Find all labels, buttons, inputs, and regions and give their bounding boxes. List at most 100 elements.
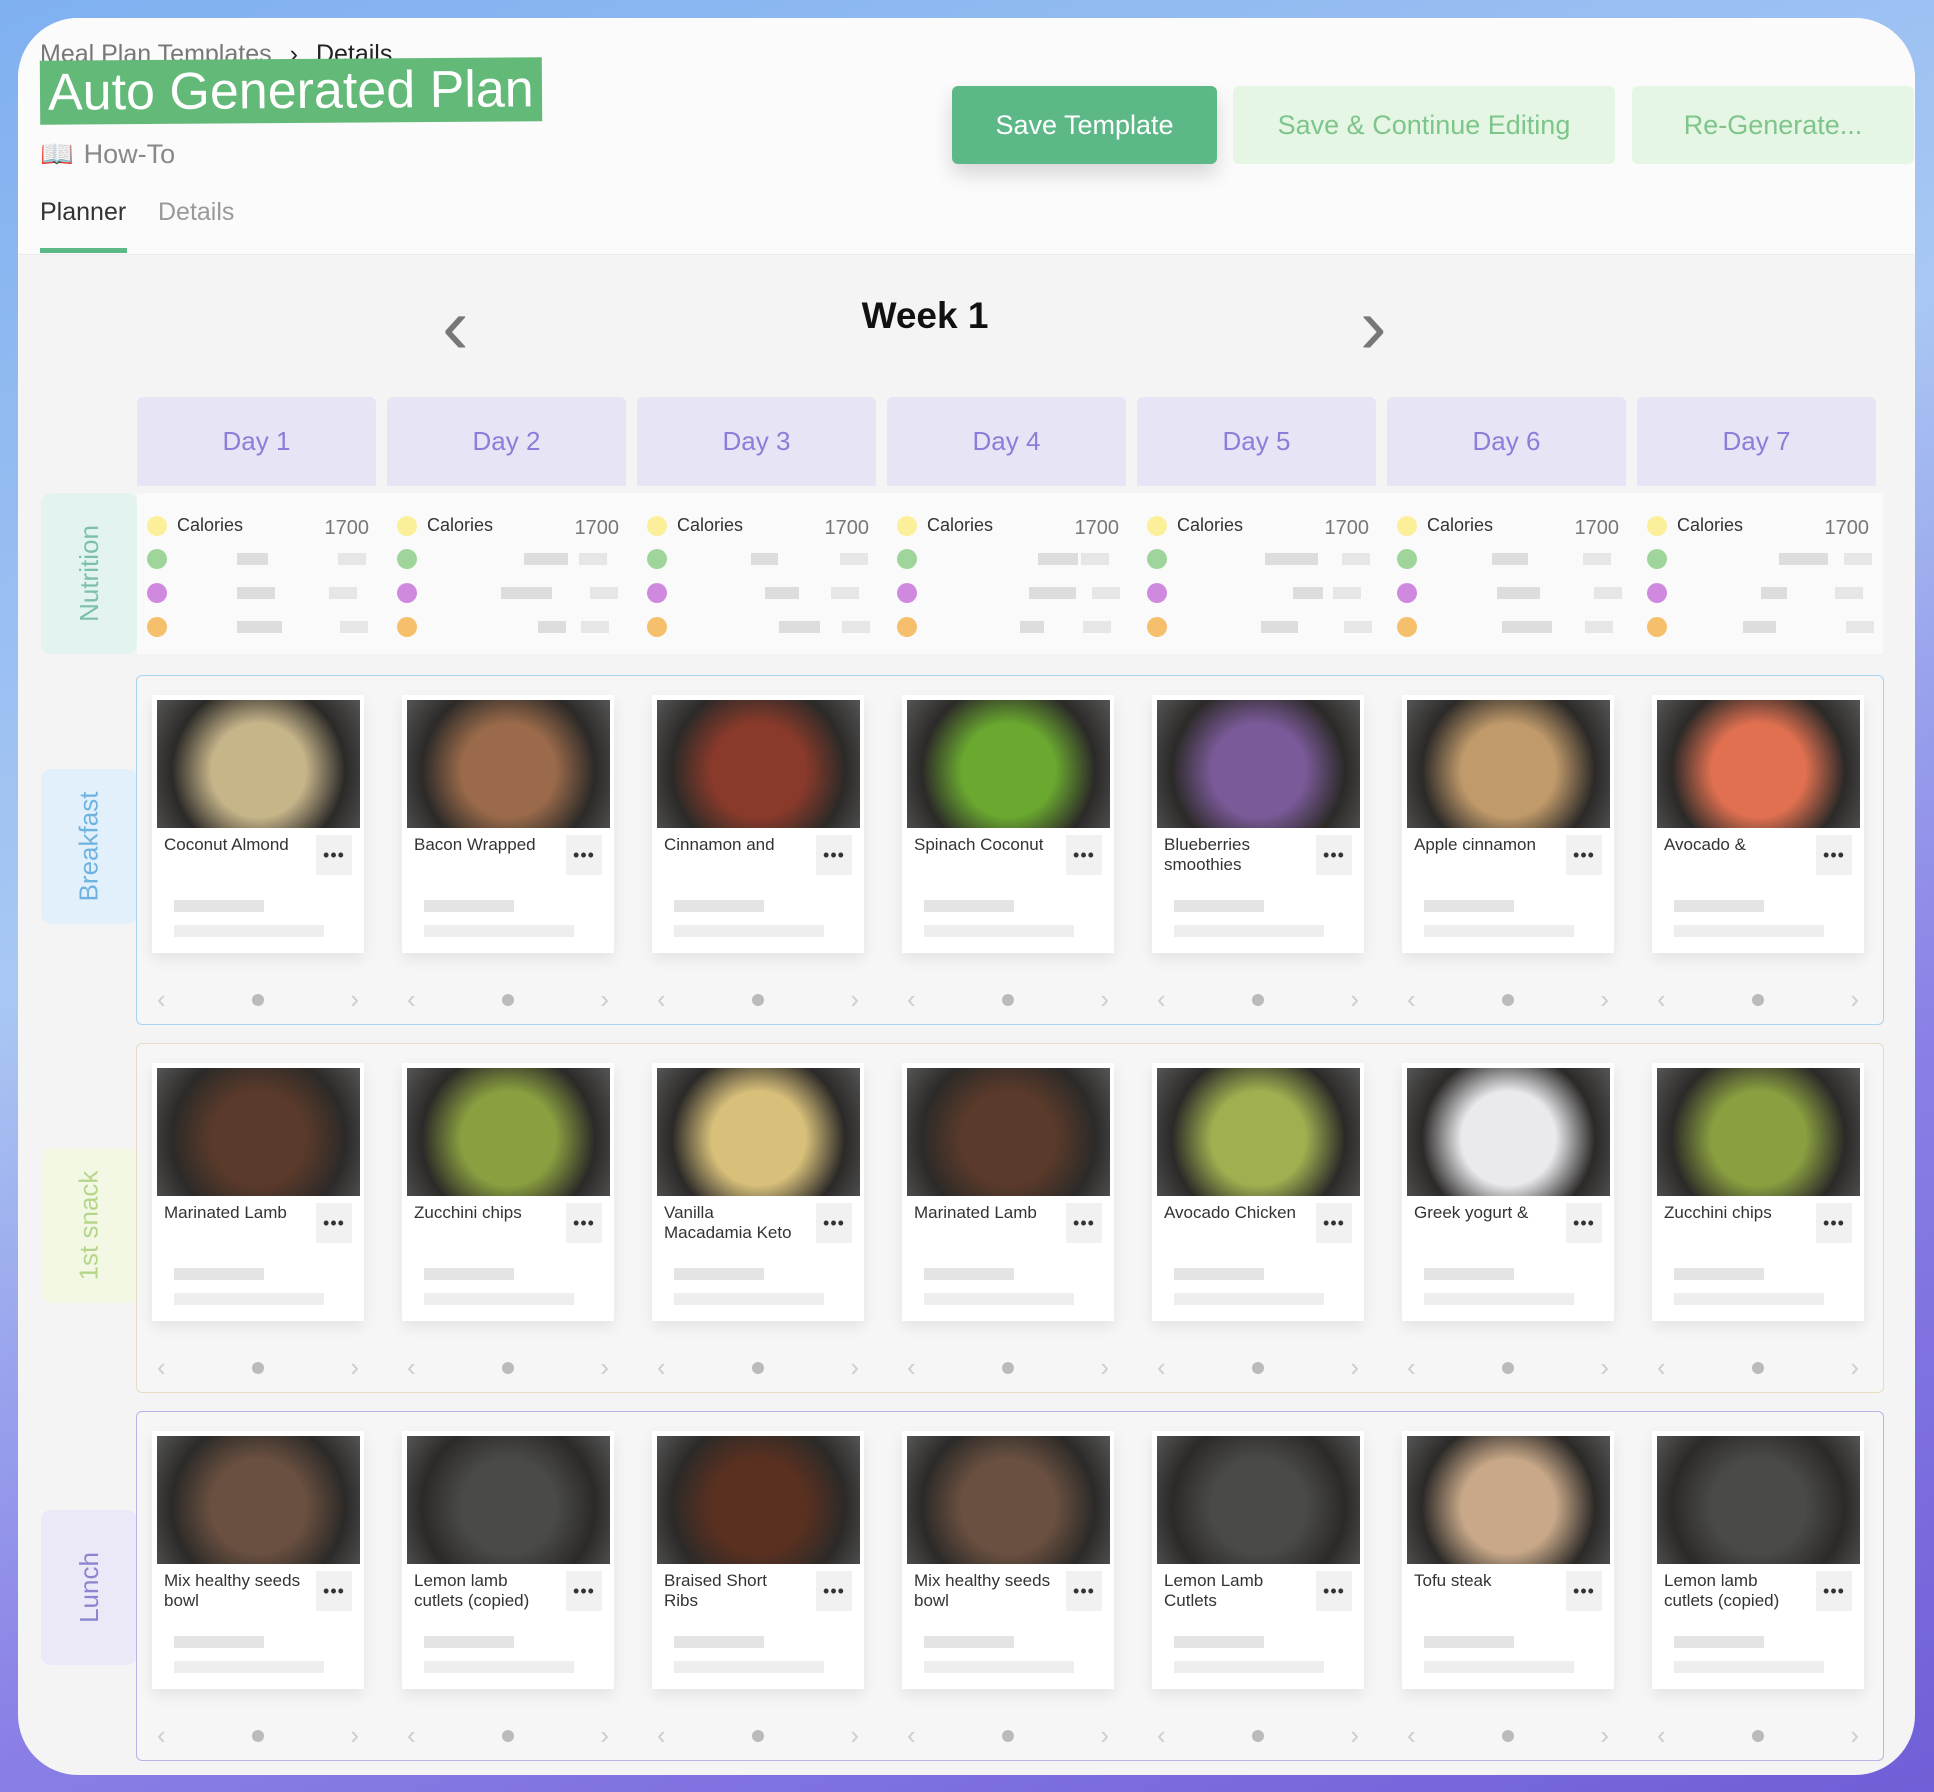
more-options-button[interactable]: ••• <box>816 1203 852 1243</box>
more-options-button[interactable]: ••• <box>1816 1203 1852 1243</box>
day-header[interactable]: Day 7 <box>1637 397 1876 486</box>
page-dot[interactable] <box>752 1361 764 1374</box>
page-dot[interactable] <box>752 1729 764 1742</box>
meal-card[interactable]: Mix healthy seeds bowl ••• <box>902 1431 1114 1689</box>
save-continue-button[interactable]: Save & Continue Editing <box>1233 86 1615 164</box>
more-options-button[interactable]: ••• <box>316 835 352 875</box>
day-header[interactable]: Day 4 <box>887 397 1126 486</box>
page-dot[interactable] <box>1002 993 1014 1006</box>
meal-card[interactable]: Zucchini chips ••• <box>1652 1063 1864 1321</box>
chevron-left-icon[interactable]: ‹ <box>1657 1720 1666 1751</box>
page-dot[interactable] <box>252 993 264 1006</box>
page-dot[interactable] <box>1252 1361 1264 1374</box>
chevron-right-icon[interactable]: › <box>850 1720 859 1751</box>
chevron-left-icon[interactable]: ‹ <box>907 984 916 1015</box>
chevron-right-icon[interactable]: › <box>1350 984 1359 1015</box>
page-dot[interactable] <box>502 993 514 1006</box>
next-week-chevron-right-icon[interactable]: › <box>1360 286 1387 366</box>
chevron-right-icon[interactable]: › <box>850 1352 859 1383</box>
how-to-link[interactable]: 📖 How-To <box>40 138 175 170</box>
chevron-left-icon[interactable]: ‹ <box>1157 984 1166 1015</box>
more-options-button[interactable]: ••• <box>1316 835 1352 875</box>
day-header[interactable]: Day 6 <box>1387 397 1626 486</box>
chevron-left-icon[interactable]: ‹ <box>907 1720 916 1751</box>
more-options-button[interactable]: ••• <box>316 1203 352 1243</box>
chevron-left-icon[interactable]: ‹ <box>1157 1720 1166 1751</box>
more-options-button[interactable]: ••• <box>1066 835 1102 875</box>
meal-card[interactable]: Zucchini chips ••• <box>402 1063 614 1321</box>
chevron-left-icon[interactable]: ‹ <box>157 1720 166 1751</box>
more-options-button[interactable]: ••• <box>566 835 602 875</box>
meal-card[interactable]: Marinated Lamb ••• <box>902 1063 1114 1321</box>
more-options-button[interactable]: ••• <box>816 1571 852 1611</box>
page-dot[interactable] <box>502 1361 514 1374</box>
chevron-right-icon[interactable]: › <box>350 1720 359 1751</box>
chevron-right-icon[interactable]: › <box>1850 1720 1859 1751</box>
more-options-button[interactable]: ••• <box>1066 1571 1102 1611</box>
meal-card[interactable]: Lemon Lamb Cutlets ••• <box>1152 1431 1364 1689</box>
more-options-button[interactable]: ••• <box>1566 1571 1602 1611</box>
page-dot[interactable] <box>1252 1729 1264 1742</box>
more-options-button[interactable]: ••• <box>566 1571 602 1611</box>
meal-card[interactable]: Greek yogurt & ••• <box>1402 1063 1614 1321</box>
meal-card[interactable]: Avocado Chicken ••• <box>1152 1063 1364 1321</box>
chevron-right-icon[interactable]: › <box>1350 1352 1359 1383</box>
chevron-right-icon[interactable]: › <box>350 984 359 1015</box>
chevron-left-icon[interactable]: ‹ <box>407 1720 416 1751</box>
chevron-right-icon[interactable]: › <box>1100 1352 1109 1383</box>
tab-details[interactable]: Details <box>158 198 234 227</box>
chevron-right-icon[interactable]: › <box>1100 984 1109 1015</box>
meal-card[interactable]: Braised Short Ribs ••• <box>652 1431 864 1689</box>
day-header[interactable]: Day 1 <box>137 397 376 486</box>
chevron-left-icon[interactable]: ‹ <box>1407 1352 1416 1383</box>
meal-card[interactable]: Lemon lamb cutlets (copied) ••• <box>402 1431 614 1689</box>
chevron-right-icon[interactable]: › <box>600 1720 609 1751</box>
page-dot[interactable] <box>1002 1361 1014 1374</box>
page-dot[interactable] <box>252 1361 264 1374</box>
page-dot[interactable] <box>752 993 764 1006</box>
day-header[interactable]: Day 3 <box>637 397 876 486</box>
chevron-left-icon[interactable]: ‹ <box>157 1352 166 1383</box>
more-options-button[interactable]: ••• <box>1816 835 1852 875</box>
page-dot[interactable] <box>1002 1729 1014 1742</box>
meal-card[interactable]: Lemon lamb cutlets (copied) ••• <box>1652 1431 1864 1689</box>
chevron-left-icon[interactable]: ‹ <box>407 984 416 1015</box>
page-title[interactable]: Auto Generated Plan <box>39 57 542 125</box>
day-header[interactable]: Day 2 <box>387 397 626 486</box>
page-dot[interactable] <box>1252 993 1264 1006</box>
meal-card[interactable]: Vanilla Macadamia Keto ••• <box>652 1063 864 1321</box>
more-options-button[interactable]: ••• <box>816 835 852 875</box>
more-options-button[interactable]: ••• <box>316 1571 352 1611</box>
chevron-right-icon[interactable]: › <box>350 1352 359 1383</box>
meal-card[interactable]: Mix healthy seeds bowl ••• <box>152 1431 364 1689</box>
more-options-button[interactable]: ••• <box>1566 835 1602 875</box>
chevron-right-icon[interactable]: › <box>1600 1352 1609 1383</box>
chevron-right-icon[interactable]: › <box>1850 984 1859 1015</box>
meal-card[interactable]: Marinated Lamb ••• <box>152 1063 364 1321</box>
more-options-button[interactable]: ••• <box>566 1203 602 1243</box>
meal-card[interactable]: Apple cinnamon ••• <box>1402 695 1614 953</box>
chevron-right-icon[interactable]: › <box>1100 1720 1109 1751</box>
more-options-button[interactable]: ••• <box>1566 1203 1602 1243</box>
page-dot[interactable] <box>502 1729 514 1742</box>
chevron-right-icon[interactable]: › <box>850 984 859 1015</box>
more-options-button[interactable]: ••• <box>1316 1203 1352 1243</box>
chevron-left-icon[interactable]: ‹ <box>1407 984 1416 1015</box>
chevron-right-icon[interactable]: › <box>600 984 609 1015</box>
meal-card[interactable]: Cinnamon and ••• <box>652 695 864 953</box>
tab-planner[interactable]: Planner <box>40 198 126 227</box>
day-header[interactable]: Day 5 <box>1137 397 1376 486</box>
chevron-left-icon[interactable]: ‹ <box>1157 1352 1166 1383</box>
more-options-button[interactable]: ••• <box>1316 1571 1352 1611</box>
meal-card[interactable]: Blueberries smoothies ••• <box>1152 695 1364 953</box>
meal-card[interactable]: Tofu steak ••• <box>1402 1431 1614 1689</box>
chevron-right-icon[interactable]: › <box>1350 1720 1359 1751</box>
chevron-left-icon[interactable]: ‹ <box>657 984 666 1015</box>
chevron-left-icon[interactable]: ‹ <box>407 1352 416 1383</box>
page-dot[interactable] <box>1752 1729 1764 1742</box>
chevron-left-icon[interactable]: ‹ <box>157 984 166 1015</box>
chevron-left-icon[interactable]: ‹ <box>907 1352 916 1383</box>
more-options-button[interactable]: ••• <box>1066 1203 1102 1243</box>
more-options-button[interactable]: ••• <box>1816 1571 1852 1611</box>
meal-card[interactable]: Avocado & ••• <box>1652 695 1864 953</box>
